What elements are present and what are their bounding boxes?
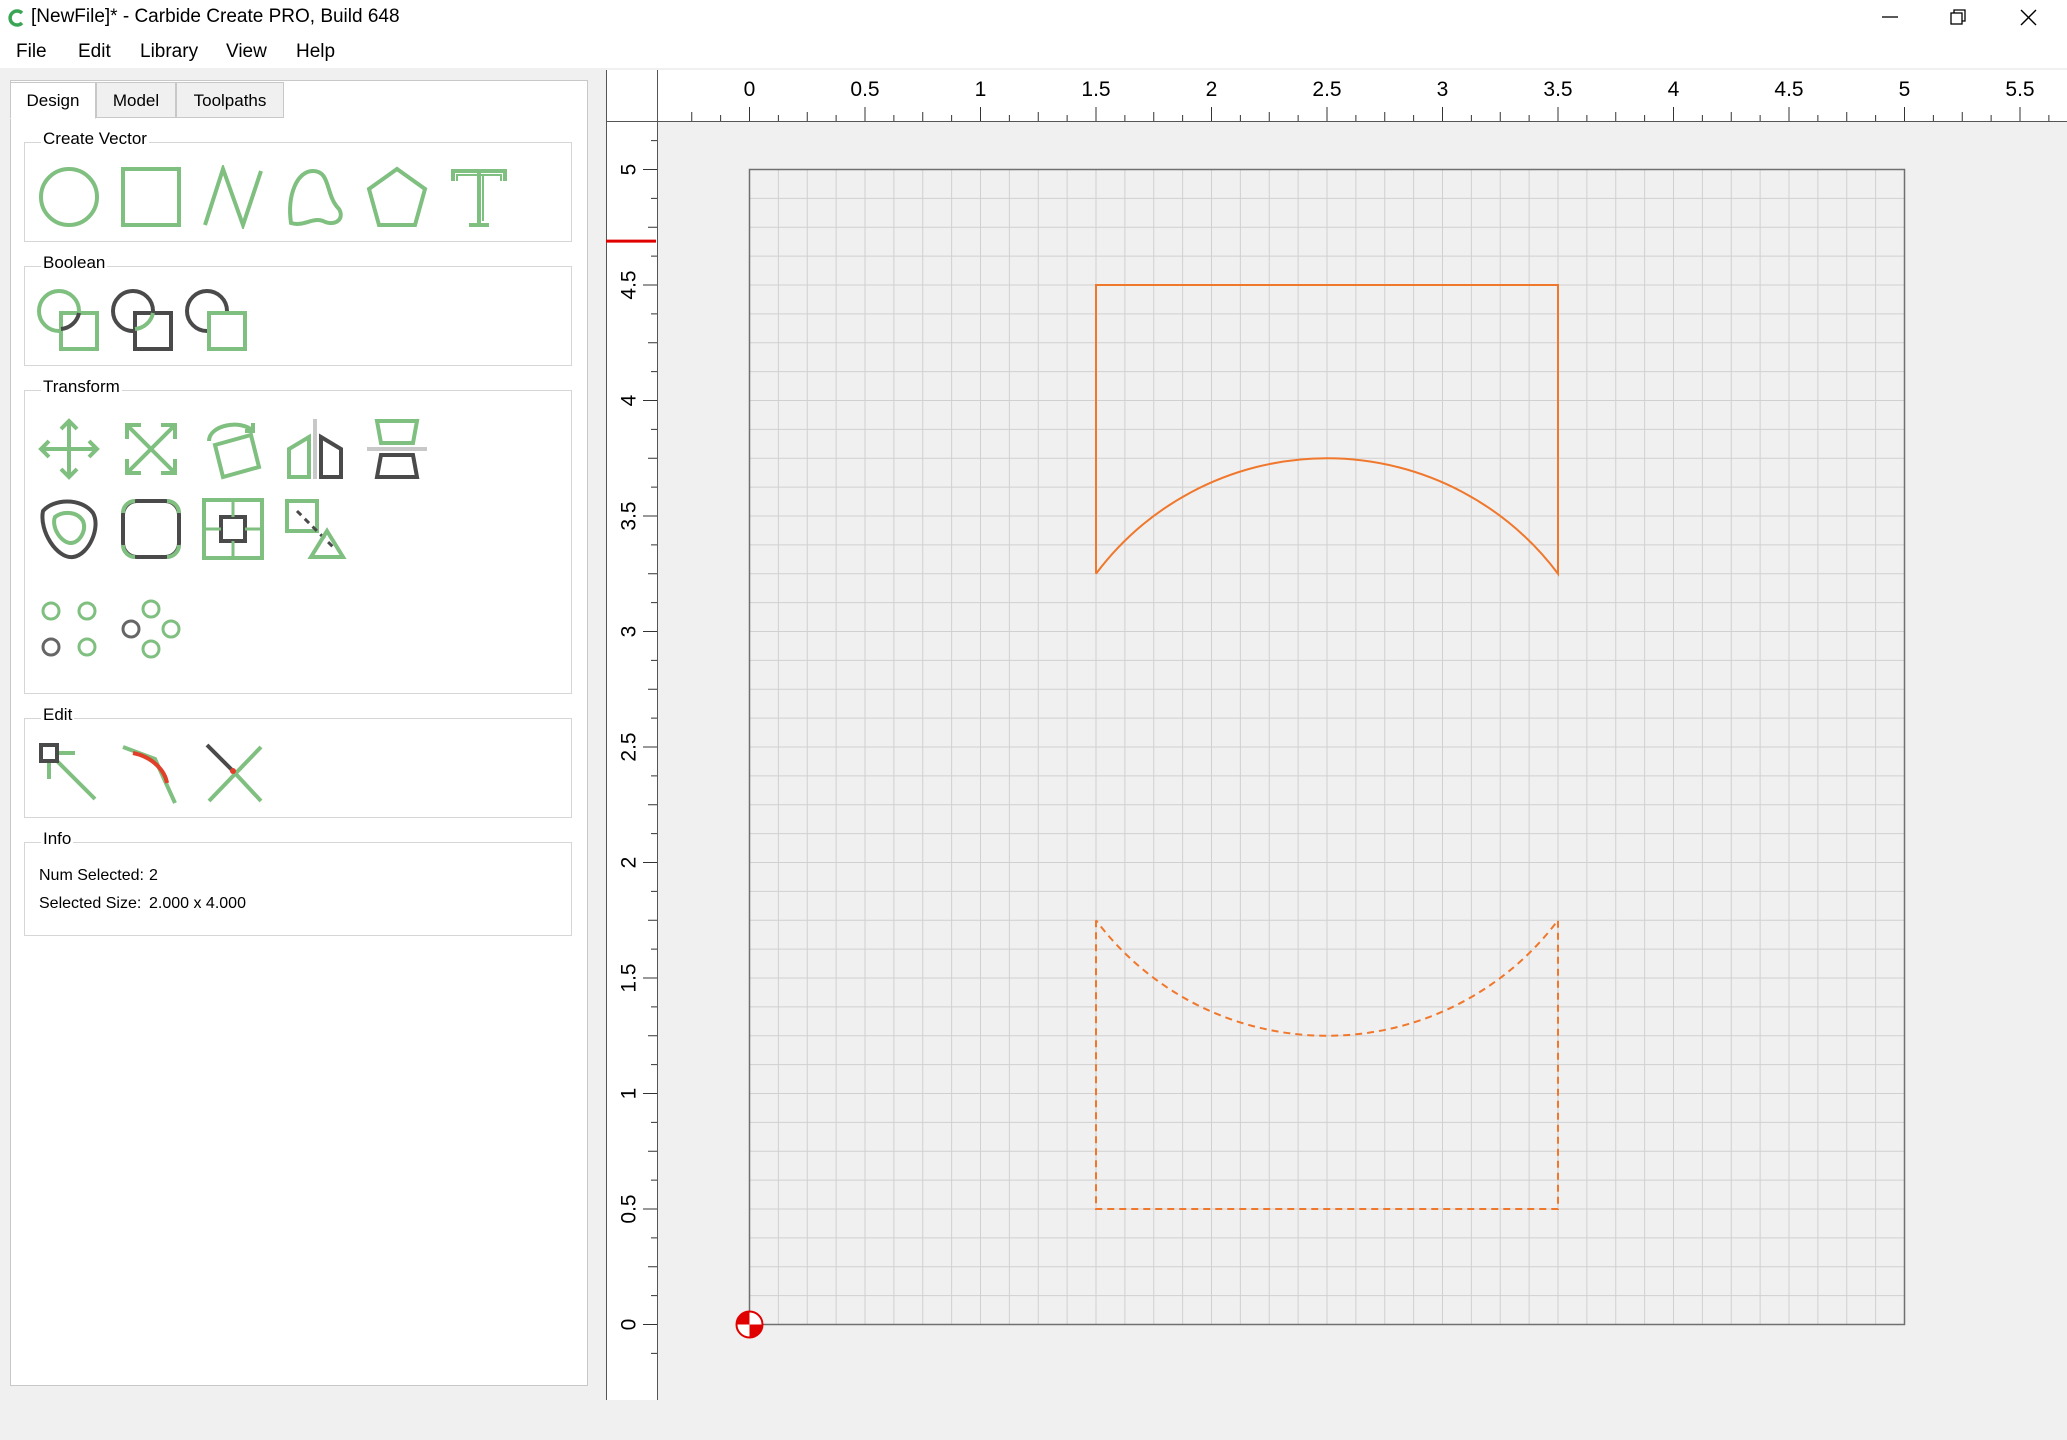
title-bar: [NewFile]* - Carbide Create PRO, Build 6… <box>0 0 2067 36</box>
circular-array-icon[interactable] <box>119 597 183 661</box>
intersect-icon[interactable] <box>185 289 249 353</box>
flip-icon[interactable] <box>283 497 347 561</box>
num-selected-label: Num Selected: <box>39 867 144 884</box>
ruler-y-label: 4 <box>618 394 641 406</box>
menu-library[interactable]: Library <box>140 41 198 63</box>
polygon-icon[interactable] <box>365 165 429 229</box>
center-icon[interactable] <box>201 497 265 561</box>
boolean-title: Boolean <box>41 253 108 273</box>
ruler-y-label: 3 <box>618 626 641 638</box>
minimize-button[interactable] <box>1857 0 1925 36</box>
create-vector-group: Create Vector <box>24 129 572 242</box>
ruler-y-label: 1 <box>618 1088 641 1100</box>
ruler-y-label: 2 <box>618 857 641 869</box>
ruler-y-label: 3.5 <box>618 501 641 530</box>
ruler-y-label: 4.5 <box>618 270 641 299</box>
info-group: Info Num Selected: 2 Selected Size: 2.00… <box>24 829 572 936</box>
ruler-x-label: 0 <box>744 78 756 101</box>
node-edit-icon[interactable] <box>37 741 101 805</box>
align-icon[interactable] <box>365 417 429 481</box>
origin-marker-icon <box>735 1310 764 1339</box>
close-button[interactable] <box>1995 0 2063 36</box>
ruler-x-label: 4.5 <box>1774 78 1803 101</box>
curve-icon[interactable] <box>283 165 347 229</box>
smooth-node-icon[interactable] <box>119 741 183 805</box>
text-icon[interactable] <box>447 165 511 229</box>
design-canvas[interactable] <box>606 70 2067 1400</box>
scale-icon[interactable] <box>119 417 183 481</box>
canvas-area[interactable] <box>606 70 2067 1400</box>
fillet-icon[interactable] <box>119 497 183 561</box>
ruler-y-label: 0.5 <box>618 1194 641 1223</box>
ruler-x-label: 2.5 <box>1312 78 1341 101</box>
ruler-x-label: 4 <box>1668 78 1680 101</box>
ruler-y-label: 1.5 <box>618 963 641 992</box>
ruler-y-label: 2.5 <box>618 732 641 761</box>
window-title: [NewFile]* - Carbide Create PRO, Build 6… <box>31 6 400 27</box>
ruler-left: 0 0.5 1 1.5 2 2.5 3 3.5 4 4.5 5 <box>606 70 658 1400</box>
restore-button[interactable] <box>1925 0 1993 36</box>
rectangle-icon[interactable] <box>119 165 183 229</box>
edit-title: Edit <box>41 705 75 725</box>
move-icon[interactable] <box>37 417 101 481</box>
ruler-x-label: 3.5 <box>1543 78 1572 101</box>
num-selected-value: 2 <box>149 867 158 884</box>
rectangular-array-icon[interactable] <box>37 597 101 661</box>
ruler-x-label: 5.5 <box>2005 78 2034 101</box>
offset-icon[interactable] <box>37 497 101 561</box>
rotate-icon[interactable] <box>201 417 265 481</box>
ruler-x-label: 1.5 <box>1081 78 1110 101</box>
union-icon[interactable] <box>37 289 101 353</box>
subtract-icon[interactable] <box>111 289 175 353</box>
minimize-icon <box>1882 16 1898 18</box>
info-title: Info <box>41 829 74 849</box>
transform-group: Transform <box>24 377 572 694</box>
tab-toolpaths[interactable]: Toolpaths <box>176 82 284 118</box>
grid <box>749 169 1905 1325</box>
menu-view[interactable]: View <box>226 41 267 63</box>
restore-icon <box>1950 9 1966 25</box>
selected-size-label: Selected Size: <box>39 895 142 912</box>
trim-icon[interactable] <box>201 741 265 805</box>
ruler-x-label: 5 <box>1899 78 1911 101</box>
selected-size-value: 2.000 x 4.000 <box>149 895 246 912</box>
ruler-y-label: 5 <box>618 164 641 176</box>
edit-group: Edit <box>24 705 572 818</box>
ruler-x-label: 2 <box>1206 78 1218 101</box>
ruler-top: 0 0.5 1 1.5 2 2.5 3 3.5 4 4.5 5 5.5 <box>606 70 2067 122</box>
ruler-x-label: 0.5 <box>850 78 879 101</box>
menu-help[interactable]: Help <box>296 41 335 63</box>
tab-model[interactable]: Model <box>96 82 176 118</box>
close-icon <box>2020 9 2037 26</box>
circle-icon[interactable] <box>37 165 101 229</box>
menu-file[interactable]: File <box>16 41 47 63</box>
boolean-group: Boolean <box>24 253 572 366</box>
ruler-y-label: 0 <box>618 1319 641 1331</box>
ruler-x-label: 3 <box>1437 78 1449 101</box>
transform-title: Transform <box>41 377 122 397</box>
polyline-icon[interactable] <box>201 165 265 229</box>
tab-design[interactable]: Design <box>10 82 96 119</box>
carbide-logo-icon <box>8 9 24 27</box>
ruler-x-label: 1 <box>975 78 987 101</box>
mirror-icon[interactable] <box>283 417 347 481</box>
menu-edit[interactable]: Edit <box>78 41 111 63</box>
create-vector-title: Create Vector <box>41 129 149 149</box>
menu-bar: File Edit Library View Help <box>0 36 2067 68</box>
